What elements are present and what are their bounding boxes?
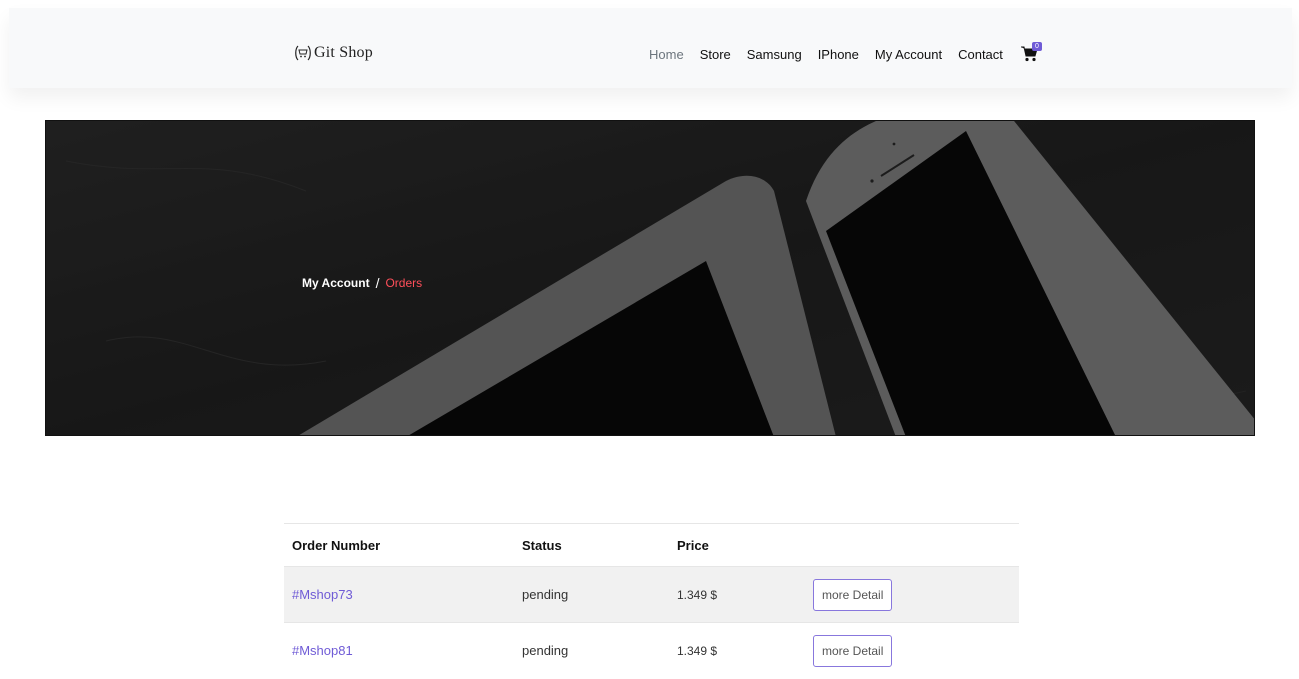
header-action — [805, 524, 1019, 567]
order-status: pending — [522, 587, 569, 602]
cart-count-badge: 0 — [1031, 42, 1042, 51]
order-price: 1.349 $ — [677, 587, 718, 602]
brand-name: Git Shop — [314, 44, 373, 61]
nav-iphone[interactable]: IPhone — [818, 47, 859, 62]
order-number[interactable]: #Mshop73 — [284, 567, 514, 623]
brand-link[interactable]: Git Shop — [294, 44, 373, 62]
order-price: 1.349 $ — [677, 643, 718, 658]
nav-store[interactable]: Store — [700, 47, 731, 62]
orders-table: Order Number Status Price #Mshop73 pendi… — [284, 523, 1019, 679]
header-price: Price — [677, 537, 709, 553]
nav-home[interactable]: Home — [649, 47, 684, 62]
order-number[interactable]: #Mshop81 — [284, 623, 514, 679]
nav-contact[interactable]: Contact — [958, 47, 1003, 62]
table-row: #Mshop81 pending 1.349 $ more Detail — [284, 622, 1019, 679]
order-status: pending — [522, 643, 569, 659]
main-nav: Home Store Samsung IPhone My Account Con… — [649, 42, 1042, 62]
breadcrumb-current: Orders — [385, 276, 423, 290]
table-header-row: Order Number Status Price — [284, 523, 1019, 567]
hero-banner: My Account / Orders — [45, 120, 1255, 436]
cart-button[interactable]: 0 — [1020, 42, 1042, 62]
header-order-number: Order Number — [292, 537, 381, 553]
cart-logo-icon — [294, 44, 312, 62]
site-header: Git Shop Home Store Samsung IPhone My Ac… — [9, 8, 1292, 88]
breadcrumb-my-account[interactable]: My Account — [302, 276, 370, 290]
more-detail-button[interactable]: more Detail — [813, 578, 893, 611]
breadcrumb-separator: / — [375, 275, 380, 291]
hero-devices-image — [46, 121, 1254, 435]
header-status: Status — [522, 537, 562, 553]
nav-samsung[interactable]: Samsung — [747, 47, 802, 62]
more-detail-button[interactable]: more Detail — [813, 634, 893, 667]
breadcrumb: My Account / Orders — [302, 275, 422, 291]
nav-my-account[interactable]: My Account — [875, 47, 942, 62]
table-row: #Mshop73 pending 1.349 $ more Detail — [284, 566, 1019, 623]
